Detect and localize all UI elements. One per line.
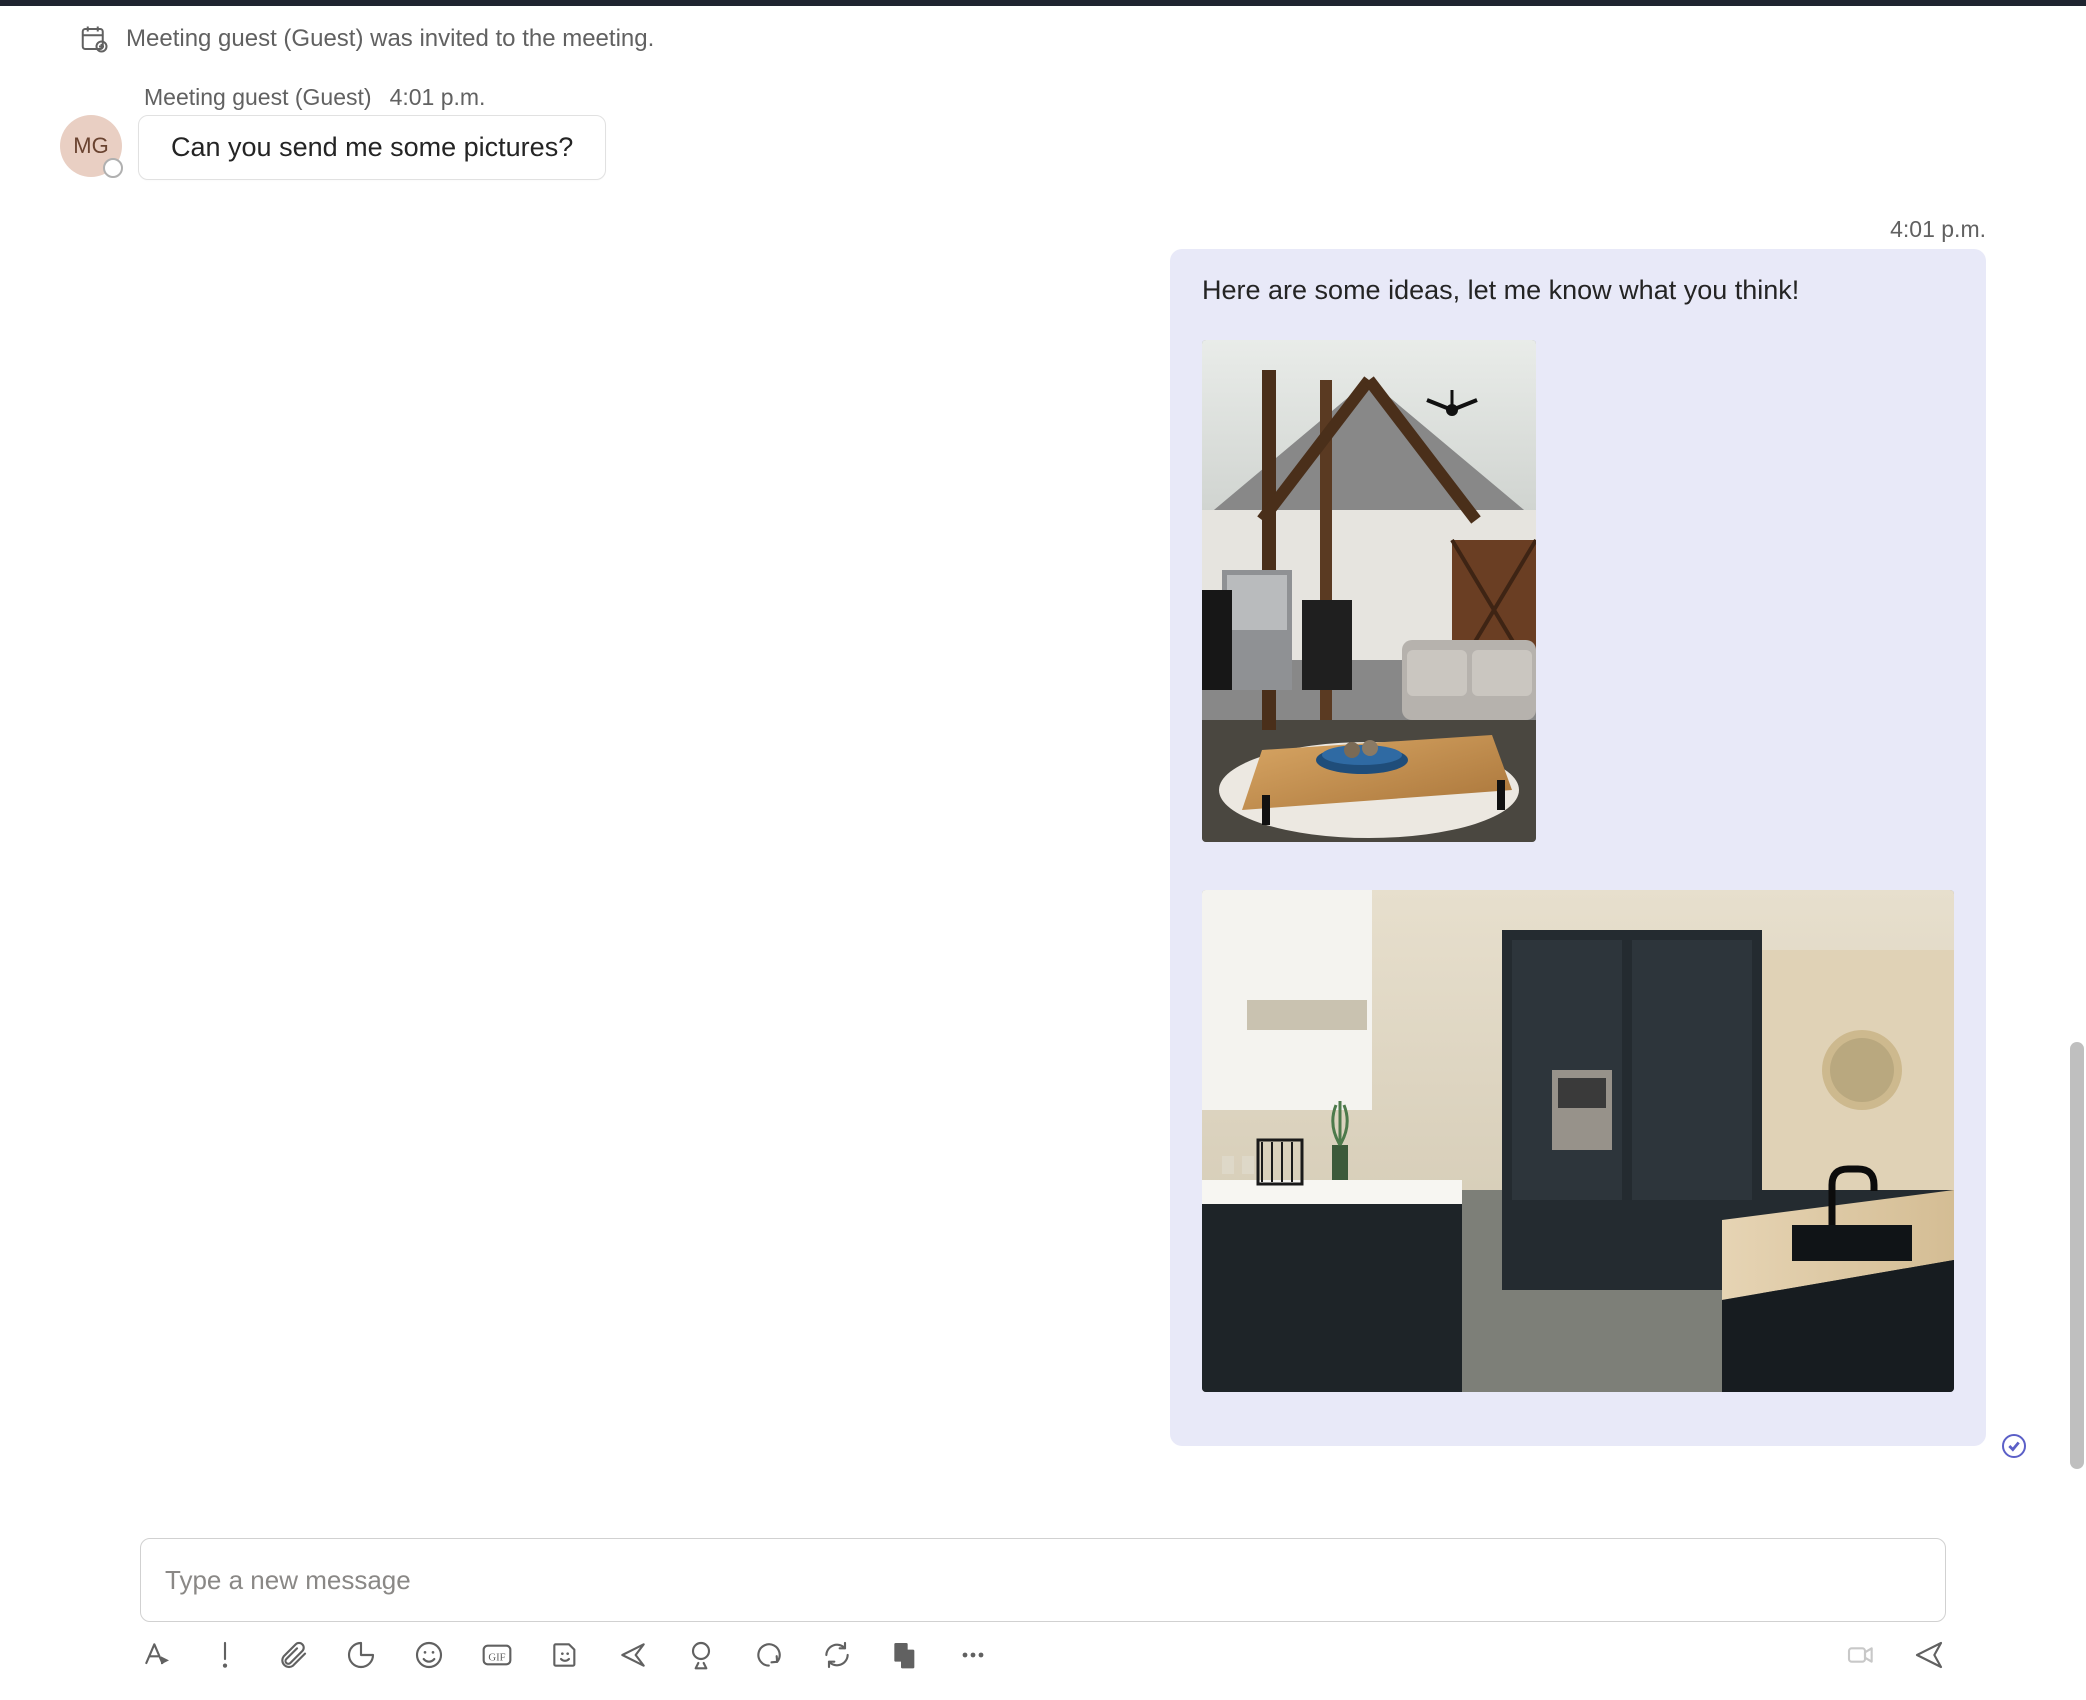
outgoing-message-bubble[interactable]: Here are some ideas, let me know what yo…: [1170, 249, 1986, 1446]
chat-conversation: Meeting guest (Guest) was invited to the…: [0, 6, 2086, 1530]
avatar-initials: MG: [73, 133, 108, 159]
incoming-message-bubble[interactable]: Can you send me some pictures?: [138, 115, 606, 180]
updates-icon[interactable]: [820, 1638, 854, 1672]
presence-indicator: [103, 158, 123, 178]
read-receipt-icon: [2002, 1434, 2026, 1458]
outgoing-message-row: Here are some ideas, let me know what yo…: [60, 249, 2026, 1446]
share-arrow-icon[interactable]: [616, 1638, 650, 1672]
outgoing-message-text: Here are some ideas, let me know what yo…: [1202, 275, 1954, 306]
svg-text:GIF: GIF: [488, 1652, 505, 1663]
more-icon[interactable]: [956, 1638, 990, 1672]
send-icon[interactable]: [1912, 1638, 1946, 1672]
gif-icon[interactable]: GIF: [480, 1638, 514, 1672]
system-event-text: Meeting guest (Guest) was invited to the…: [126, 25, 654, 53]
message-input-placeholder: Type a new message: [165, 1565, 411, 1596]
image-attachment-2[interactable]: [1202, 890, 1954, 1392]
compose-toolbar: GIF: [0, 1622, 2086, 1672]
outgoing-time: 4:01 p.m.: [60, 216, 1986, 243]
sender-name: Meeting guest (Guest): [144, 84, 372, 111]
emoji-icon[interactable]: [412, 1638, 446, 1672]
format-icon[interactable]: [140, 1638, 174, 1672]
avatar[interactable]: MG: [60, 115, 122, 177]
scrollbar[interactable]: [2068, 6, 2086, 1530]
video-icon[interactable]: [1844, 1638, 1878, 1672]
incoming-message-header: Meeting guest (Guest) 4:01 p.m.: [144, 84, 2026, 111]
system-event-row: Meeting guest (Guest) was invited to the…: [60, 16, 2026, 62]
incoming-message-row: MG Can you send me some pictures?: [60, 115, 2026, 180]
attach-icon[interactable]: [276, 1638, 310, 1672]
incoming-message-text: Can you send me some pictures?: [171, 132, 573, 162]
composer-region: Type a new message: [0, 1530, 2086, 1622]
message-input[interactable]: Type a new message: [140, 1538, 1946, 1622]
refresh-icon[interactable]: [752, 1638, 786, 1672]
sticker-icon[interactable]: [548, 1638, 582, 1672]
scrollbar-thumb[interactable]: [2070, 1042, 2084, 1469]
priority-icon[interactable]: [208, 1638, 242, 1672]
calendar-add-icon: [78, 23, 110, 55]
loop-icon[interactable]: [344, 1638, 378, 1672]
approvals-icon[interactable]: [684, 1638, 718, 1672]
pages-icon[interactable]: [888, 1638, 922, 1672]
incoming-time: 4:01 p.m.: [390, 84, 486, 111]
image-attachment-1[interactable]: [1202, 340, 1536, 842]
